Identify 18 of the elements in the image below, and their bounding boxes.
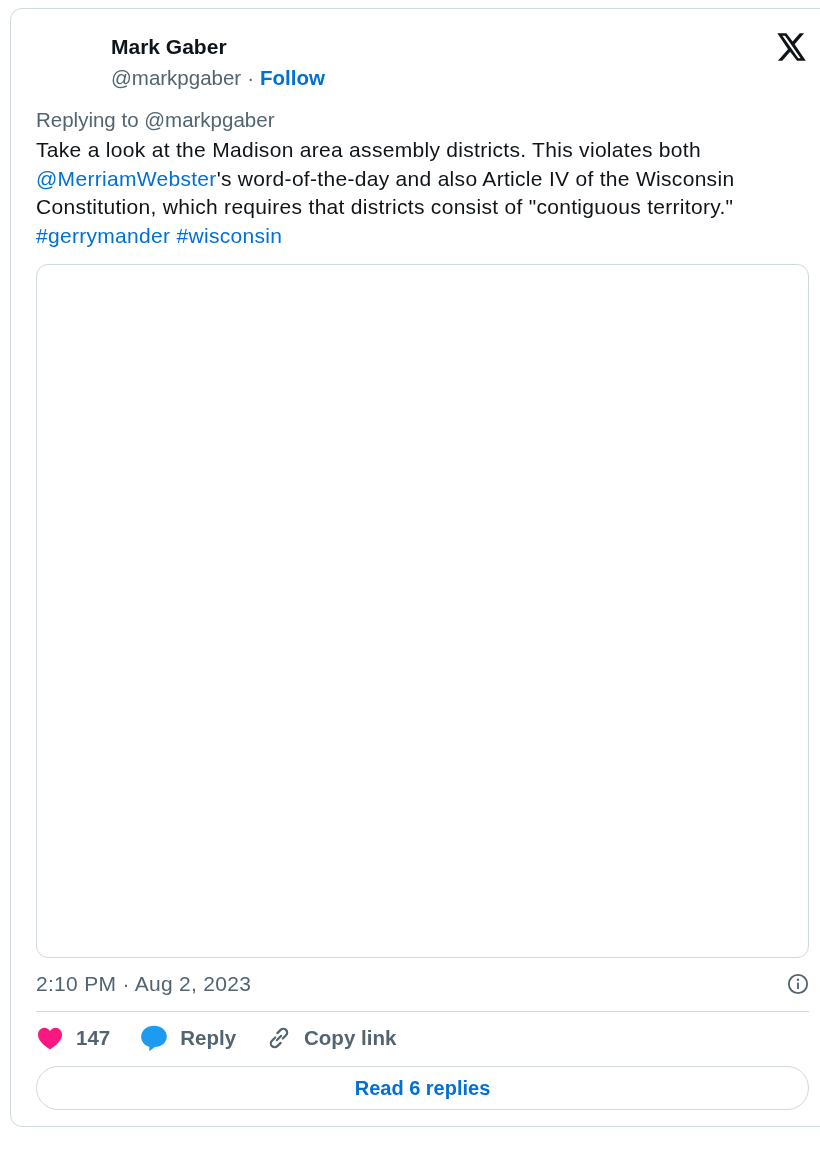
author-handle[interactable]: @markpgaber [111, 64, 242, 92]
tweet-text: Take a look at the Madison area assembly districts. This violates both @MerriamWebster's word-of-the-day and also Article IV of the Wisconsin Constitution, which requires that districts consist of "contiguous territory." #gerrymander #wisconsin [36, 137, 736, 249]
x-logo-icon[interactable] [777, 33, 807, 61]
heart-icon [36, 1026, 64, 1051]
read-replies-button[interactable]: Read 6 replies [36, 1066, 809, 1111]
link[interactable]: #wisconsin [176, 223, 283, 247]
separator-dot: · [247, 65, 255, 91]
like-button[interactable]: 147 [36, 1026, 111, 1051]
link[interactable]: #gerrymander [36, 223, 177, 247]
copy-link-button[interactable]: Copy link [266, 1025, 397, 1052]
follow-link[interactable]: Follow [260, 64, 325, 92]
timestamp-link[interactable]: 2:10 PM · Aug 2, 2023 [36, 970, 252, 999]
speech-bubble-icon [140, 1024, 169, 1053]
link[interactable]: @MerriamWebster [36, 166, 217, 190]
reply-button[interactable]: Reply [140, 1024, 237, 1053]
info-icon[interactable] [787, 973, 809, 996]
replying-to-text: Replying to @markpgaber [36, 107, 276, 133]
author-name[interactable]: Mark Gaber [111, 33, 325, 61]
